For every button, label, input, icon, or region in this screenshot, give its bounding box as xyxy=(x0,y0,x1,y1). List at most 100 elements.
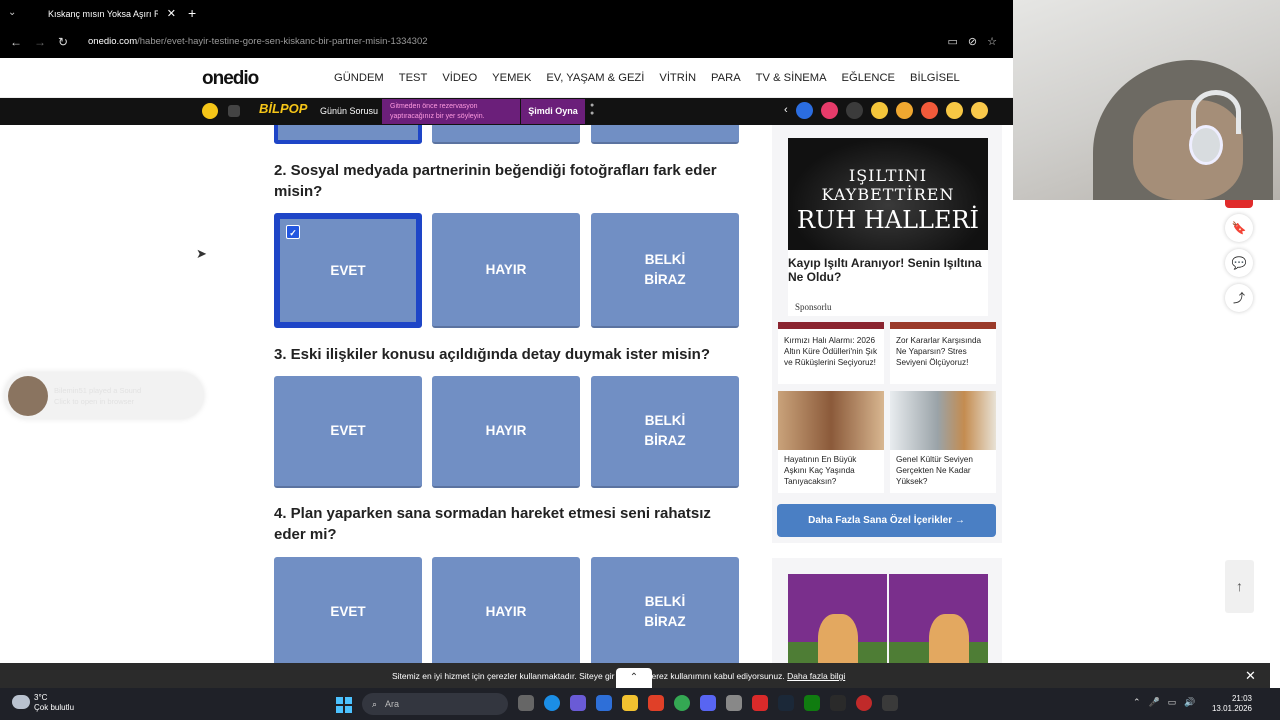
share-icon[interactable]: ⤴ xyxy=(1225,284,1253,312)
system-tray-icon[interactable]: ⌃🎤▭🔊 xyxy=(1133,697,1203,708)
app-icon[interactable] xyxy=(882,695,898,711)
windows-start-icon[interactable] xyxy=(336,697,352,713)
steam-icon[interactable] xyxy=(778,695,794,711)
game-icon[interactable] xyxy=(228,105,240,117)
more-content-button[interactable]: Daha Fazla Sana Özel İçerikler → xyxy=(777,504,996,537)
emoji-icon[interactable] xyxy=(945,102,963,119)
prev-option[interactable] xyxy=(274,125,422,144)
edge-icon[interactable] xyxy=(544,695,560,711)
app-icon[interactable] xyxy=(856,695,872,711)
app-icon[interactable] xyxy=(752,695,768,711)
chevron-up-icon[interactable]: ⌃ xyxy=(616,668,652,688)
prev-option[interactable] xyxy=(591,125,739,144)
nav-item[interactable]: BİLGİSEL xyxy=(910,72,960,84)
emoji-icon[interactable] xyxy=(970,102,988,119)
chrome-icon[interactable] xyxy=(674,695,690,711)
daily-question-label[interactable]: Günün Sorusu xyxy=(320,106,378,116)
sidebar-recommendations: IŞILTINI KAYBETTİREN RUH HALLERİ Kayıp I… xyxy=(772,125,1002,543)
option-maybe[interactable]: BELKİ BİRAZ xyxy=(591,213,739,328)
recommended-card[interactable]: Genel Kültür Seviyen Gerçekten Ne Kadar … xyxy=(890,391,996,493)
url-field[interactable]: onedio.com/haber/evet-hayir-testine-gore… xyxy=(88,36,428,47)
option-maybe[interactable]: BELKİ BİRAZ xyxy=(591,557,739,663)
nav-item[interactable]: TV & SİNEMA xyxy=(756,72,827,84)
option-label: BELKİ BİRAZ xyxy=(644,413,686,448)
nav-item[interactable]: VİDEO xyxy=(442,72,477,84)
forward-icon[interactable]: → xyxy=(34,35,46,49)
option-label: EVET xyxy=(330,262,366,278)
sound-notification-toast[interactable]: Bilemin51 played a Sound Click to open i… xyxy=(4,372,204,419)
question-title: 4. Plan yaparken sana sormadan hareket e… xyxy=(274,505,711,543)
tab-search-icon[interactable]: ⌄ xyxy=(8,7,16,18)
play-now-button[interactable]: Şimdi Oyna xyxy=(521,99,585,124)
option-no[interactable]: HAYIR xyxy=(432,376,580,488)
new-tab-icon[interactable]: + xyxy=(188,5,196,21)
task-view-icon[interactable] xyxy=(518,695,534,711)
address-bar-actions-icon[interactable]: ▭⊘☆ xyxy=(948,35,1007,48)
search-icon: ⌕ xyxy=(372,699,378,709)
option-yes[interactable]: EVET xyxy=(274,376,422,488)
settings-icon[interactable] xyxy=(726,695,742,711)
chevron-left-icon[interactable]: ‹ xyxy=(784,102,788,119)
copilot-icon[interactable] xyxy=(570,695,586,711)
sponsored-label: Sponsorlu xyxy=(795,302,832,312)
option-label: HAYIR xyxy=(485,261,527,277)
url-path: /haber/evet-hayir-testine-gore-sen-kiska… xyxy=(137,36,428,47)
bookmark-icon[interactable]: 🔖 xyxy=(1225,214,1253,242)
sponsored-ad-card[interactable]: IŞILTINI KAYBETTİREN RUH HALLERİ Kayıp I… xyxy=(788,138,988,316)
mouse-cursor-icon: ➤ xyxy=(196,246,207,261)
option-yes-selected[interactable]: ✓ EVET xyxy=(274,213,422,328)
taskbar-clock[interactable]: 21:03 13.01.2026 xyxy=(1210,694,1252,714)
option-no[interactable]: HAYIR xyxy=(432,557,580,663)
option-no[interactable]: HAYIR xyxy=(432,213,580,328)
browser-tab-active[interactable]: Kıskanç mısın Yoksa Aşırı Rahat ✕ xyxy=(40,0,180,28)
nav-item[interactable]: GÜNDEM xyxy=(334,72,384,84)
scroll-to-top-button[interactable]: ↑ xyxy=(1225,560,1254,613)
nav-item[interactable]: VİTRİN xyxy=(659,72,696,84)
option-yes[interactable]: EVET xyxy=(274,557,422,663)
more-dots-icon[interactable]: ● ● xyxy=(590,102,594,118)
time: 21:03 xyxy=(1231,694,1252,703)
emoji-icon[interactable] xyxy=(920,102,938,119)
reload-icon[interactable]: ↻ xyxy=(58,35,68,49)
emoji-icon[interactable] xyxy=(845,102,863,119)
cookie-message-start: Sitemiz en iyi hizmet için çerezler kull… xyxy=(392,671,615,681)
prev-option[interactable] xyxy=(432,125,580,144)
nav-item[interactable]: EĞLENCE xyxy=(842,72,895,84)
reaction-emojis: ‹ xyxy=(784,102,988,119)
emoji-icon[interactable] xyxy=(820,102,838,119)
discord-icon[interactable] xyxy=(700,695,716,711)
epic-games-icon[interactable] xyxy=(830,695,846,711)
cookie-more-info-link[interactable]: Daha fazla bilgi xyxy=(787,671,845,681)
nav-item[interactable]: TEST xyxy=(399,72,428,84)
store-icon[interactable] xyxy=(596,695,612,711)
option-label: BELKİ BİRAZ xyxy=(644,594,686,629)
xbox-icon[interactable] xyxy=(804,695,820,711)
option-maybe[interactable]: BELKİ BİRAZ xyxy=(591,376,739,488)
nav-item[interactable]: EV, YAŞAM & GEZİ xyxy=(546,72,644,84)
recommended-card[interactable]: Zor Kararlar Karşısında Ne Yaparsın? Str… xyxy=(890,322,996,384)
emoji-icon[interactable] xyxy=(895,102,913,119)
recommended-card[interactable]: Hayatının En Büyük Aşkını Kaç Yaşında Ta… xyxy=(778,391,884,493)
nav-item[interactable]: PARA xyxy=(711,72,741,84)
emoji-icon[interactable] xyxy=(202,103,218,119)
tab-close-icon[interactable]: ✕ xyxy=(167,7,176,20)
daily-question-banner[interactable]: Gitmeden önce rezervasyon yaptıracağınız… xyxy=(382,99,520,124)
card-caption: Genel Kültür Seviyen Gerçekten Ne Kadar … xyxy=(896,455,973,486)
emoji-icon[interactable] xyxy=(795,102,813,119)
cookie-close-icon[interactable]: ✕ xyxy=(1245,668,1256,684)
taskbar-search[interactable]: ⌕ Ara xyxy=(362,693,508,715)
emoji-icon[interactable] xyxy=(870,102,888,119)
bilpop-logo[interactable]: BİLPOP xyxy=(259,101,307,116)
nav-item[interactable]: YEMEK xyxy=(492,72,531,84)
app-icon[interactable] xyxy=(648,695,664,711)
windows-taskbar: 3°C Çok bulutlu ⌕ Ara ⌃🎤▭🔊 21:03 13.01.20… xyxy=(0,688,1280,720)
card-thumbnail xyxy=(778,322,884,329)
recommended-card[interactable]: Kırmızı Halı Alarmı: 2026 Altın Küre Ödü… xyxy=(778,322,884,384)
site-logo[interactable]: onedio xyxy=(202,68,259,90)
url-host: onedio.com xyxy=(88,36,138,47)
comments-icon[interactable]: 💬 xyxy=(1225,249,1253,277)
file-explorer-icon[interactable] xyxy=(622,695,638,711)
ad-title[interactable]: Kayıp Işıltı Aranıyor! Senin Işıltına Ne… xyxy=(788,250,988,284)
notification-tab[interactable] xyxy=(1225,200,1253,208)
back-icon[interactable]: ← xyxy=(10,35,22,49)
